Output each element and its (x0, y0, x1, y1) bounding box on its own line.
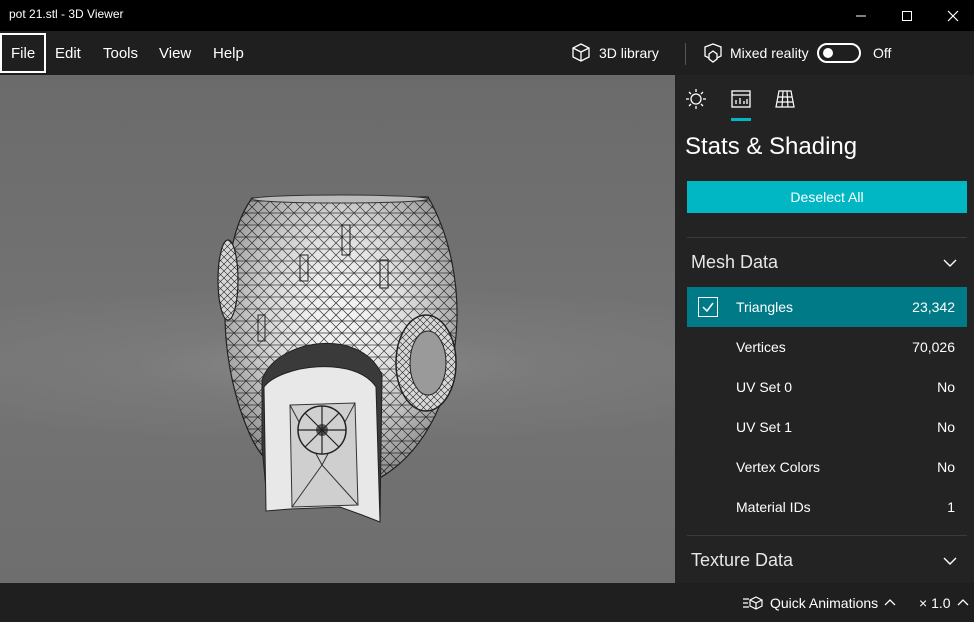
row-value: 23,342 (912, 299, 955, 315)
quick-animations-button[interactable]: Quick Animations (742, 583, 896, 622)
row-label: Triangles (736, 299, 794, 315)
stats-shading-panel: Stats & Shading Deselect All Mesh Data T… (675, 75, 974, 583)
mixed-reality-label: Mixed reality (730, 45, 809, 61)
menu-help[interactable]: Help (202, 33, 255, 73)
window-title: pot 21.stl - 3D Viewer (9, 7, 124, 21)
triangles-checkbox[interactable] (698, 297, 718, 317)
mesh-row-material-ids[interactable]: Material IDs 1 (687, 487, 967, 527)
animation-speed-button[interactable]: × 1.0 (919, 583, 969, 622)
minimize-button[interactable] (838, 0, 884, 31)
checkmark-icon (702, 302, 714, 313)
toggle-knob (823, 48, 833, 58)
row-label: Material IDs (736, 499, 811, 515)
deselect-all-button[interactable]: Deselect All (687, 181, 967, 213)
minimize-icon (856, 15, 866, 16)
lighting-icon (686, 89, 706, 109)
active-tab-indicator (731, 118, 751, 121)
tab-grid[interactable] (773, 87, 797, 111)
menu-separator (685, 43, 686, 65)
row-label: Vertices (736, 339, 786, 355)
maximize-button[interactable] (884, 0, 930, 31)
status-bar: Quick Animations × 1.0 (0, 583, 974, 622)
mixed-reality-icon (704, 43, 722, 63)
grid-icon (775, 90, 795, 108)
menu-file[interactable]: File (0, 33, 47, 73)
panel-title: Stats & Shading (685, 133, 858, 160)
chevron-up-icon (884, 598, 896, 605)
menu-tools[interactable]: Tools (92, 33, 149, 73)
mixed-reality-button[interactable]: Mixed reality (702, 31, 809, 75)
mesh-row-vertex-colors[interactable]: Vertex Colors No (687, 447, 967, 487)
quick-animations-label: Quick Animations (770, 594, 879, 611)
title-bar: pot 21.stl - 3D Viewer (0, 0, 974, 31)
animation-icon (743, 595, 763, 610)
tab-stats[interactable] (729, 87, 753, 111)
3d-library-label: 3D library (599, 45, 659, 61)
chevron-down-icon (943, 259, 957, 267)
cube-icon (572, 43, 590, 62)
3d-library-button[interactable]: 3D library (570, 31, 659, 75)
mixed-reality-toggle[interactable] (808, 31, 861, 75)
menu-edit[interactable]: Edit (44, 33, 92, 73)
row-value: No (937, 459, 955, 475)
close-button[interactable] (930, 0, 974, 31)
row-value: 1 (947, 499, 955, 515)
row-value: No (937, 419, 955, 435)
pot-wireframe-model[interactable] (0, 75, 675, 583)
speed-label: × 1.0 (919, 594, 951, 611)
mesh-data-title: Mesh Data (691, 252, 779, 272)
toggle-switch[interactable] (817, 43, 861, 63)
mixed-reality-state: Off (873, 45, 892, 61)
3d-viewport[interactable] (0, 75, 675, 583)
maximize-icon (902, 10, 912, 21)
chevron-down-icon (943, 557, 957, 565)
row-label: UV Set 1 (736, 419, 793, 435)
row-label: Vertex Colors (736, 459, 821, 475)
menu-view[interactable]: View (148, 33, 202, 73)
mesh-row-triangles[interactable]: Triangles 23,342 (687, 287, 967, 327)
texture-data-title: Texture Data (691, 550, 794, 570)
row-label: UV Set 0 (736, 379, 793, 395)
divider (687, 535, 967, 536)
divider (687, 237, 967, 238)
row-value: No (937, 379, 955, 395)
row-value: 70,026 (912, 339, 955, 355)
tab-lighting[interactable] (684, 87, 708, 111)
stats-icon (731, 90, 751, 108)
mesh-row-uv-set-0[interactable]: UV Set 0 No (687, 367, 967, 407)
chevron-up-icon (957, 598, 968, 605)
mesh-row-uv-set-1[interactable]: UV Set 1 No (687, 407, 967, 447)
mesh-row-vertices[interactable]: Vertices 70,026 (687, 327, 967, 367)
menu-bar: File Edit Tools View Help 3D library Mix… (0, 31, 974, 75)
close-icon (947, 10, 959, 21)
